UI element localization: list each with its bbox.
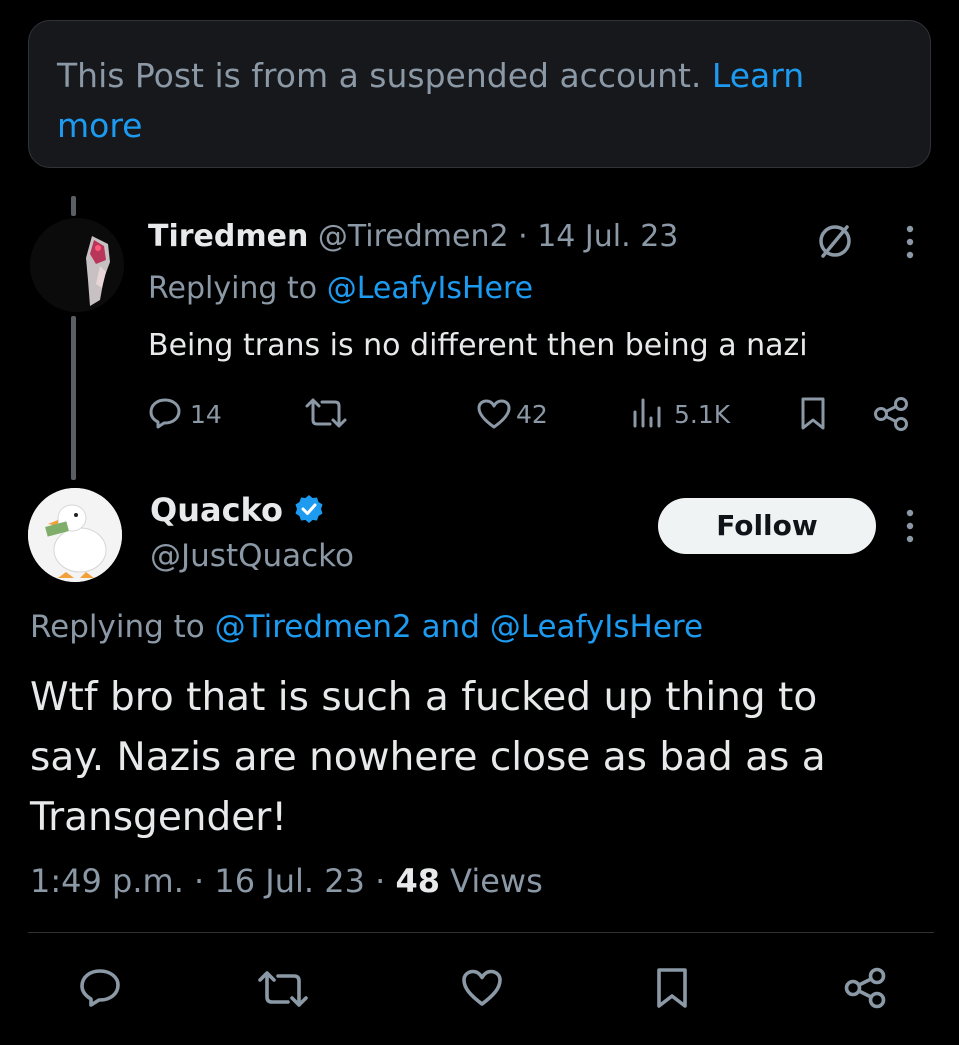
mention-link[interactable]: @Tiredmen2 and @LeafyIsHere — [215, 609, 703, 645]
reply-count: 14 — [190, 400, 222, 429]
bookmark-icon[interactable] — [654, 966, 690, 1010]
post-date[interactable]: 14 Jul. 23 — [537, 219, 678, 254]
handle[interactable]: @JustQuacko — [150, 534, 354, 578]
post-date[interactable]: 16 Jul. 23 — [214, 862, 365, 900]
display-name[interactable]: Tiredmen — [148, 219, 308, 254]
bookmark-icon[interactable] — [798, 396, 828, 432]
mention-link[interactable]: @LeafyIsHere — [327, 271, 533, 306]
tweet-text: Being trans is no different then being a… — [148, 328, 808, 363]
views-count: 48 — [395, 862, 440, 900]
thread-line — [71, 316, 76, 480]
more-vertical-icon[interactable] — [898, 222, 922, 262]
views-label: Views — [450, 862, 543, 900]
views-icon[interactable] — [630, 396, 666, 430]
share-icon[interactable] — [872, 396, 910, 432]
no-symbol-icon[interactable] — [814, 220, 856, 262]
replying-to: Replying to @LeafyIsHere — [148, 266, 533, 312]
like-count: 42 — [516, 400, 548, 429]
post-timestamp: 1:49 p.m. · 16 Jul. 23 · 48 Views — [30, 858, 543, 904]
avatar[interactable] — [28, 488, 122, 582]
separator: · — [375, 862, 386, 900]
post-time[interactable]: 1:49 p.m. — [30, 862, 184, 900]
tweet-text-line: Wtf bro that is such a fucked up thing t… — [30, 675, 818, 720]
tweet-header: Tiredmen @Tiredmen2 · 14 Jul. 23 — [148, 214, 678, 260]
follow-button[interactable]: Follow — [658, 498, 876, 554]
tweet-text-line: Transgender! — [30, 795, 287, 840]
post-thread: This Post is from a suspended account. L… — [0, 0, 959, 1045]
replying-prefix: Replying to — [30, 609, 205, 645]
suspended-account-notice: This Post is from a suspended account. L… — [28, 20, 931, 168]
share-icon[interactable] — [842, 966, 888, 1010]
tweet-text: Wtf bro that is such a fucked up thing t… — [30, 668, 930, 848]
avatar[interactable] — [30, 218, 124, 312]
verified-badge-icon — [295, 495, 323, 523]
reply-icon[interactable] — [78, 966, 122, 1010]
reply-icon[interactable] — [148, 396, 182, 430]
separator: · — [194, 862, 205, 900]
separator: · — [518, 219, 528, 254]
view-count: 5.1K — [674, 400, 731, 429]
display-name[interactable]: Quacko — [150, 488, 324, 532]
handle[interactable]: @Tiredmen2 — [318, 219, 509, 254]
tweet-text-line: say. Nazis are nowhere close as bad as a — [30, 735, 826, 780]
heart-icon[interactable] — [476, 398, 512, 430]
heart-icon[interactable] — [460, 968, 504, 1008]
retweet-icon[interactable] — [254, 968, 312, 1010]
retweet-icon[interactable] — [302, 396, 350, 430]
divider — [28, 932, 934, 933]
replying-prefix: Replying to — [148, 271, 318, 306]
more-vertical-icon[interactable] — [898, 506, 922, 546]
replying-to: Replying to @Tiredmen2 and @LeafyIsHere — [30, 604, 703, 650]
thread-line-top — [71, 196, 76, 216]
suspended-notice-text: This Post is from a suspended account. — [57, 56, 702, 95]
